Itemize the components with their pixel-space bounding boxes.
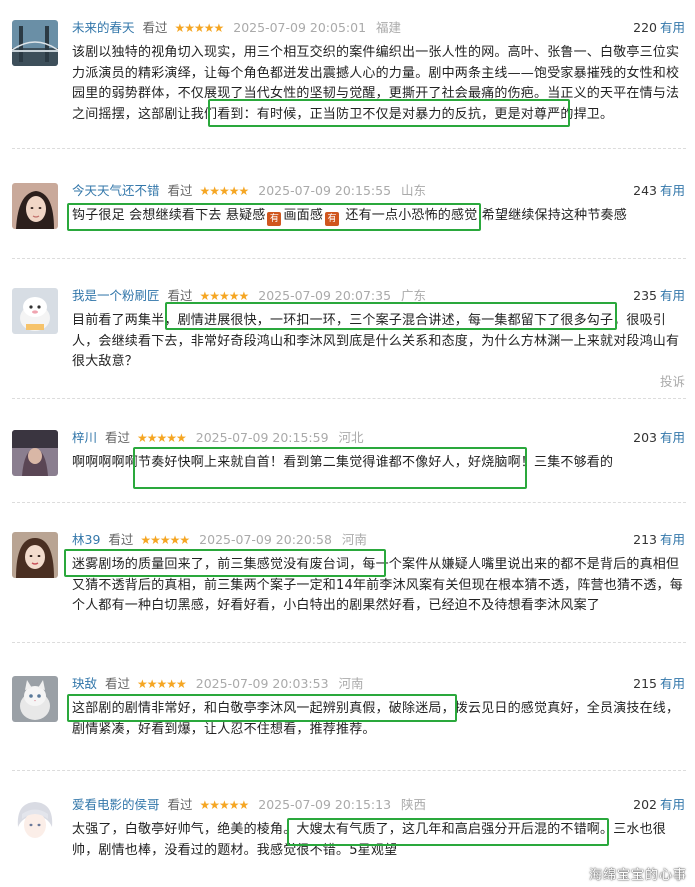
- useful-count: 220: [633, 20, 657, 35]
- rating-stars: ★★★★★: [199, 798, 250, 812]
- useful-button[interactable]: 有用: [660, 430, 685, 445]
- watermark: 海绵宝宝的心事: [588, 868, 687, 883]
- review-location: 河南: [338, 676, 364, 691]
- useful-count: 202: [633, 797, 657, 812]
- review-meta: 未来的春天 看过 ★★★★★ 2025-07-09 20:05:01 福建: [72, 20, 401, 36]
- useful-count: 235: [633, 288, 657, 303]
- review-location: 河南: [341, 532, 367, 547]
- review-time: 2025-07-09 20:15:13: [258, 797, 392, 812]
- review-text: 钩子很足 会想继续看下去 悬疑感: [72, 208, 266, 223]
- avatar[interactable]: [12, 430, 58, 476]
- divider: [12, 398, 686, 399]
- review-location: 山东: [401, 183, 427, 198]
- avatar[interactable]: [12, 532, 58, 578]
- useful-vote[interactable]: 203 有用: [633, 430, 685, 446]
- review-time: 2025-07-09 20:07:35: [258, 288, 392, 303]
- review-content: 钩子很足 会想继续看下去 悬疑感有画面感有 还有一点小恐怖的感觉 希望继续保持这…: [72, 206, 686, 227]
- useful-button[interactable]: 有用: [660, 20, 685, 35]
- review-content: 迷雾剧场的质量回来了，前三集感觉没有废台词，每一个案件从嫌疑人嘴里说出来的都不是…: [72, 557, 683, 613]
- username[interactable]: 梓川: [72, 430, 97, 445]
- review-meta: 林39 看过 ★★★★★ 2025-07-09 20:20:58 河南: [72, 532, 367, 548]
- review-location: 河北: [338, 430, 364, 445]
- username[interactable]: 我是一个粉刷匠: [72, 288, 160, 303]
- watch-status: 看过: [167, 288, 193, 303]
- divider: [12, 770, 686, 771]
- username[interactable]: 今天天气还不错: [72, 183, 160, 198]
- useful-vote[interactable]: 213 有用: [633, 532, 685, 548]
- username[interactable]: 爱看电影的侯哥: [72, 797, 160, 812]
- review-meta: 爱看电影的侯哥 看过 ★★★★★ 2025-07-09 20:15:13 陕西: [72, 797, 426, 813]
- watch-status: 看过: [167, 183, 193, 198]
- review-content: 太强了，白敬亭好帅气，绝美的棱角。大嫂太有气质了，这几年和高启强分开后混的不错啊…: [72, 822, 667, 858]
- emoji-tag: 有: [267, 212, 282, 226]
- review-text: 还有一点小恐怖的感觉 希望继续保持这种节奏感: [341, 208, 627, 223]
- rating-stars: ★★★★★: [137, 677, 187, 691]
- useful-vote[interactable]: 202 有用: [633, 797, 685, 813]
- review-text: 画面感: [283, 208, 324, 223]
- emoji-tag: 有: [325, 212, 340, 226]
- rating-stars: ★★★★★: [199, 184, 250, 198]
- divider: [12, 258, 686, 259]
- review-content: 这部剧的剧情非常好，和白敬亭李沐风一起辨别真假，破除迷局，拨云见日的感觉真好，全…: [72, 701, 680, 737]
- username[interactable]: 未来的春天: [72, 20, 135, 35]
- review-time: 2025-07-09 20:20:58: [199, 532, 332, 547]
- divider: [12, 642, 686, 643]
- review-meta: 我是一个粉刷匠 看过 ★★★★★ 2025-07-09 20:07:35 广东: [72, 288, 426, 304]
- useful-button[interactable]: 有用: [660, 676, 685, 691]
- useful-vote[interactable]: 243 有用: [633, 183, 685, 199]
- review-location: 陕西: [401, 797, 427, 812]
- rating-stars: ★★★★★: [137, 431, 187, 445]
- useful-button[interactable]: 有用: [660, 183, 685, 198]
- review-meta: 梓川 看过 ★★★★★ 2025-07-09 20:15:59 河北: [72, 430, 364, 446]
- username[interactable]: 林39: [72, 532, 100, 547]
- avatar[interactable]: [12, 288, 58, 334]
- review-time: 2025-07-09 20:05:01: [233, 20, 367, 35]
- review-meta: 玦敌 看过 ★★★★★ 2025-07-09 20:03:53 河南: [72, 676, 364, 692]
- review-content: 目前看了两集半，剧情进展很快，一环扣一环，三个案子混合讲述，每一集都留下了很多勾…: [72, 313, 680, 369]
- report-link[interactable]: 投诉: [660, 371, 685, 390]
- useful-count: 215: [633, 676, 657, 691]
- watch-status: 看过: [105, 676, 131, 691]
- divider: [12, 502, 686, 503]
- review-time: 2025-07-09 20:15:59: [195, 430, 329, 445]
- review-content: 啊啊啊啊啊节奏好快啊上来就自首！看到第二集觉得谁都不像好人，好烧脑啊！三集不够看…: [72, 455, 614, 470]
- review-content: 该剧以独特的视角切入现实，用三个相互交织的案件编织出一张人性的网。高叶、张鲁一、…: [72, 45, 680, 122]
- watch-status: 看过: [142, 20, 168, 35]
- review-meta: 今天天气还不错 看过 ★★★★★ 2025-07-09 20:15:55 山东: [72, 183, 426, 199]
- useful-button[interactable]: 有用: [660, 532, 685, 547]
- review-time: 2025-07-09 20:03:53: [195, 676, 329, 691]
- avatar[interactable]: [12, 676, 58, 722]
- useful-vote[interactable]: 235 有用: [633, 288, 685, 304]
- watch-status: 看过: [167, 797, 193, 812]
- watch-status: 看过: [108, 532, 134, 547]
- rating-stars: ★★★★★: [140, 533, 190, 547]
- useful-vote[interactable]: 220 有用: [633, 20, 685, 36]
- useful-count: 243: [633, 183, 657, 198]
- username[interactable]: 玦敌: [72, 676, 97, 691]
- avatar[interactable]: [12, 20, 58, 66]
- review-location: 广东: [401, 288, 427, 303]
- rating-stars: ★★★★★: [199, 289, 250, 303]
- divider: [12, 148, 686, 149]
- review-location: 福建: [376, 20, 402, 35]
- watch-status: 看过: [105, 430, 131, 445]
- review-time: 2025-07-09 20:15:55: [258, 183, 392, 198]
- avatar[interactable]: [12, 183, 58, 229]
- useful-count: 213: [633, 532, 657, 547]
- avatar[interactable]: [12, 797, 58, 843]
- useful-vote[interactable]: 215 有用: [633, 676, 685, 692]
- useful-button[interactable]: 有用: [660, 288, 685, 303]
- useful-count: 203: [633, 430, 657, 445]
- useful-button[interactable]: 有用: [660, 797, 685, 812]
- rating-stars: ★★★★★: [174, 21, 225, 35]
